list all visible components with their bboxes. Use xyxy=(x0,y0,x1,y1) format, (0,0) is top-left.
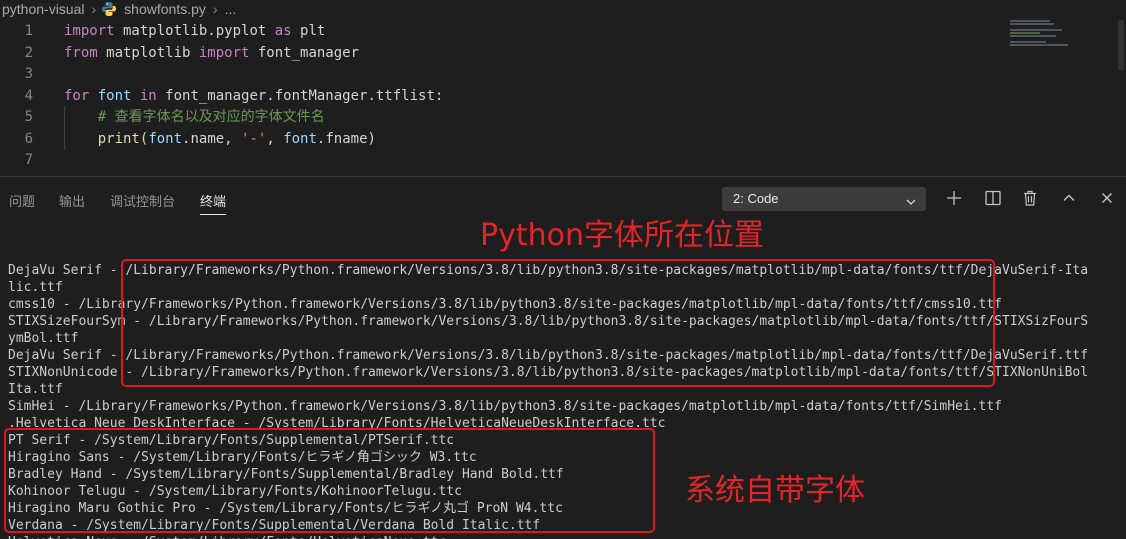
chevron-up-icon[interactable] xyxy=(1060,189,1078,207)
annotation-python-fonts: Python字体所在位置 xyxy=(480,218,764,253)
code-token: font_manager xyxy=(249,44,360,61)
highlight-box-system-fonts xyxy=(4,428,655,533)
code-line[interactable]: 5 # 查看字体名以及对应的字体文件名 xyxy=(0,106,1000,128)
terminal-selector-value: 2: Code xyxy=(733,191,779,206)
chevron-down-icon xyxy=(905,193,917,205)
code-token: from xyxy=(64,44,98,61)
terminal-selector[interactable]: 2: Code xyxy=(722,187,926,211)
code-token: font_manager.fontManager.ttflist: xyxy=(156,87,444,104)
line-number: 4 xyxy=(24,87,33,104)
line-number: 6 xyxy=(24,130,33,147)
code-token: import xyxy=(64,23,115,39)
code-token: # 查看字体名以及对应的字体文件名 xyxy=(97,109,325,125)
split-icon[interactable] xyxy=(984,189,1002,207)
code-token: as xyxy=(274,23,292,39)
code-token: font xyxy=(89,87,140,104)
code-token: matplotlib.pyplot xyxy=(114,23,275,39)
code-token: .name, xyxy=(182,130,242,147)
code-line[interactable]: 6 print(font.name, '-', font.fname) xyxy=(0,128,1000,150)
code-line[interactable]: 2 from matplotlib import font_manager xyxy=(0,42,1000,64)
terminal-line: SimHei - /Library/Frameworks/Python.fram… xyxy=(8,399,1002,414)
tab-problems[interactable]: 问题 xyxy=(9,191,35,210)
code-token: matplotlib xyxy=(97,44,199,61)
trash-icon[interactable] xyxy=(1021,189,1039,207)
code-token: for xyxy=(64,87,90,104)
line-number: 1 xyxy=(24,23,33,39)
code-token: , xyxy=(266,130,284,147)
line-number: 7 xyxy=(24,152,33,168)
code-token: in xyxy=(139,87,157,104)
code-editor[interactable]: 1 import matplotlib.pyplot as plt 2 from ma… xyxy=(0,18,1126,174)
code-token: .fname) xyxy=(316,130,376,147)
breadcrumb: python-visual › showfonts.py › ... xyxy=(0,0,1126,18)
line-number: 5 xyxy=(24,109,33,125)
tab-terminal[interactable]: 终端 xyxy=(200,191,226,210)
minimap[interactable] xyxy=(1010,18,1120,58)
plus-icon[interactable] xyxy=(945,189,963,207)
code-line[interactable]: 4 for font in font_manager.fontManager.tt… xyxy=(0,85,1000,107)
terminal-line: Helvetica Neue - /System/Library/Fonts/H… xyxy=(8,534,1123,539)
breadcrumb-separator: › xyxy=(212,1,218,17)
code-text: print(font.name, '-', font.fname) xyxy=(64,128,376,150)
code-text: for font in font_manager.fontManager.ttf… xyxy=(64,85,443,107)
code-line[interactable]: 7 xyxy=(0,149,1000,171)
active-tab-indicator xyxy=(200,214,226,215)
code-text: import matplotlib.pyplot as plt xyxy=(64,20,325,42)
code-token: print xyxy=(97,130,140,147)
indent-guide xyxy=(64,106,65,150)
breadcrumb-separator: › xyxy=(91,1,97,17)
tab-output[interactable]: 输出 xyxy=(59,191,85,210)
code-text: from matplotlib import font_manager xyxy=(64,42,359,64)
line-number: 2 xyxy=(24,44,33,61)
code-token: plt xyxy=(291,23,326,39)
tab-debug-console[interactable]: 调试控制台 xyxy=(110,191,175,210)
highlight-box-python-fonts xyxy=(121,259,995,387)
breadcrumb-more[interactable]: ... xyxy=(223,1,239,17)
code-text: # 查看字体名以及对应的字体文件名 xyxy=(64,106,325,128)
python-file-icon xyxy=(101,1,117,17)
annotation-system-fonts: 系统自带字体 xyxy=(685,473,865,508)
breadcrumb-file[interactable]: showfonts.py xyxy=(122,1,208,17)
close-icon[interactable] xyxy=(1098,189,1116,207)
code-line[interactable]: 1 import matplotlib.pyplot as plt xyxy=(0,20,1000,42)
code-token: font xyxy=(283,130,317,147)
line-number: 3 xyxy=(24,66,33,82)
code-token: '-' xyxy=(241,130,267,147)
breadcrumb-project[interactable]: python-visual xyxy=(0,1,87,17)
code-line[interactable]: 3 xyxy=(0,63,1000,85)
code-token: import xyxy=(198,44,250,61)
code-token: font xyxy=(148,130,183,147)
minimap-slider[interactable] xyxy=(1118,20,1124,70)
